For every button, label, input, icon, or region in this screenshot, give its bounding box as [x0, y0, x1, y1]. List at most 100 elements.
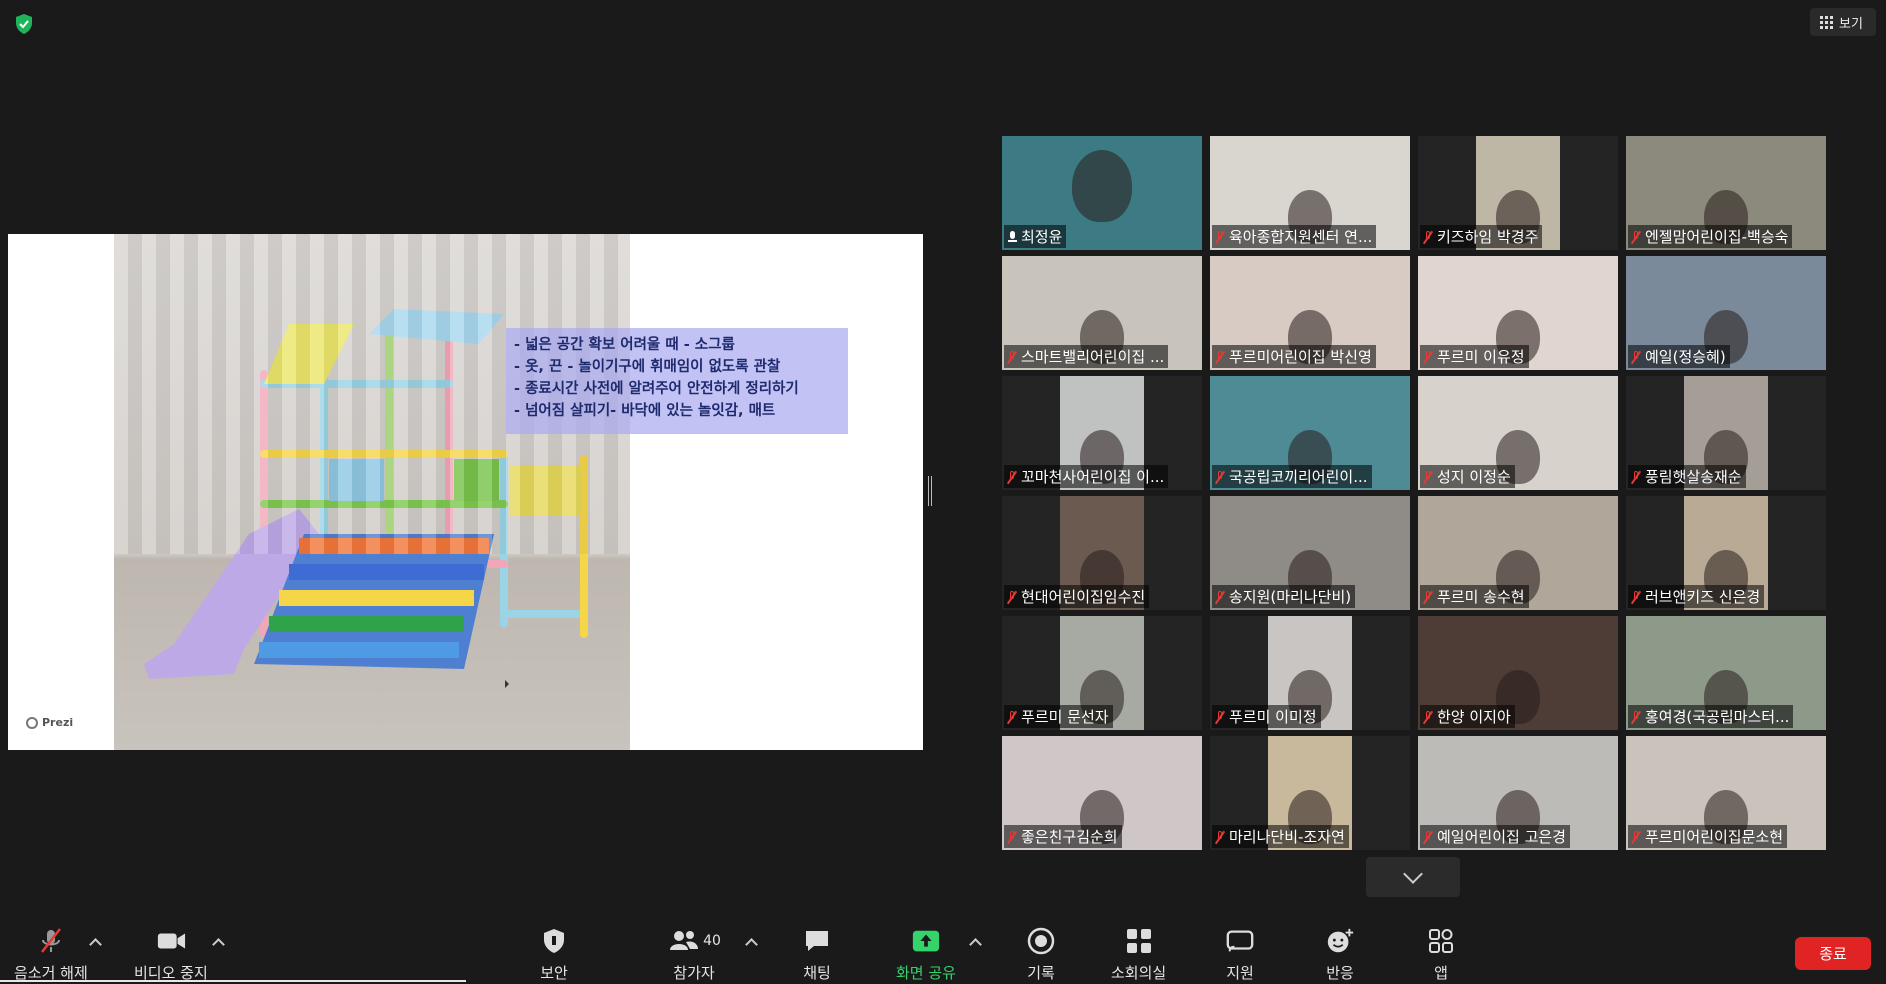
participant-tile[interactable]: 꼬마천사어린이집 이...	[1002, 376, 1202, 490]
slide-line: - 종료시간 사전에 알려주어 안전하게 정리하기	[514, 381, 799, 397]
participant-name: 풍림햇살송재순	[1645, 468, 1742, 486]
participant-tile[interactable]: 키즈하임 박경주	[1418, 136, 1618, 250]
view-button-label: 보기	[1839, 16, 1863, 32]
cast-screen-icon	[1225, 926, 1255, 956]
participant-name: 푸르미 이유정	[1437, 348, 1525, 366]
participant-tile[interactable]: 최정윤	[1002, 136, 1202, 250]
apps-button[interactable]: 앱	[1426, 926, 1456, 983]
participant-tile[interactable]: 국공립코끼리어린이...	[1210, 376, 1410, 490]
participant-name-label: 현대어린이집임수진	[1004, 585, 1150, 608]
participant-name: 마리나단비-조자연	[1229, 828, 1345, 846]
participant-tile[interactable]: 푸르미어린이집문소현	[1626, 736, 1826, 850]
support-button[interactable]: 지원	[1225, 926, 1255, 983]
participant-tile[interactable]: 엔젤맘어린이집-백승숙	[1626, 136, 1826, 250]
microphone-muted-icon	[1215, 350, 1225, 364]
split-divider-handle[interactable]	[928, 476, 932, 506]
participant-name: 현대어린이집임수진	[1021, 588, 1146, 606]
emoji-plus-icon	[1325, 926, 1355, 956]
participant-tile[interactable]: 푸르미 이유정	[1418, 256, 1618, 370]
participant-tile[interactable]: 스마트밸리어린이집 ...	[1002, 256, 1202, 370]
microphone-muted-icon	[1631, 470, 1641, 484]
participant-tile[interactable]: 성지 이정순	[1418, 376, 1618, 490]
security-button[interactable]: 보안	[539, 926, 569, 983]
participant-name: 한양 이지아	[1437, 708, 1511, 726]
participant-tile[interactable]: 푸르미어린이집 박신영	[1210, 256, 1410, 370]
microphone-muted-icon	[1007, 350, 1017, 364]
participants-options-caret-icon[interactable]	[745, 938, 758, 951]
chevron-down-icon	[1403, 864, 1423, 884]
participant-name: 푸르미어린이집문소현	[1645, 828, 1784, 846]
participant-tile[interactable]: 송지원(마리나단비)	[1210, 496, 1410, 610]
microphone-muted-icon	[1007, 470, 1017, 484]
participant-tile[interactable]: 풍림햇살송재순	[1626, 376, 1826, 490]
microphone-muted-icon	[1215, 590, 1225, 604]
microphone-muted-icon	[1423, 470, 1433, 484]
reactions-button[interactable]: 반응	[1325, 926, 1355, 983]
participant-name-label: 스마트밸리어린이집 ...	[1004, 345, 1169, 368]
participant-name: 러브앤키즈 신은경	[1645, 588, 1761, 606]
breakout-rooms-icon	[1124, 926, 1154, 956]
participant-name-label: 국공립코끼리어린이...	[1212, 465, 1372, 488]
participant-name-label: 풍림햇살송재순	[1628, 465, 1746, 488]
microphone-muted-icon	[1631, 230, 1641, 244]
slide-line: - 옷, 끈 - 놀이기구에 휘매임이 없도록 관찰	[514, 359, 781, 375]
participant-tile[interactable]: 러브앤키즈 신은경	[1626, 496, 1826, 610]
microphone-icon	[1007, 230, 1017, 244]
participant-name-label: 예일어린이집 고은경	[1420, 825, 1570, 848]
slide-line: - 넓은 공간 확보 어려울 때 - 소그룹	[514, 337, 735, 353]
participant-name-label: 키즈하임 박경주	[1420, 225, 1543, 248]
microphone-muted-icon	[1215, 470, 1225, 484]
participant-tile[interactable]: 육아종합지원센터 연...	[1210, 136, 1410, 250]
microphone-muted-icon	[36, 926, 66, 956]
participant-tile[interactable]: 좋은친구김순희	[1002, 736, 1202, 850]
participant-name-label: 육아종합지원센터 연...	[1212, 225, 1377, 248]
participant-tile[interactable]: 홍여경(국공립마스터...	[1626, 616, 1826, 730]
participant-tile[interactable]: 현대어린이집임수진	[1002, 496, 1202, 610]
toolbar-focus-underline	[0, 980, 466, 982]
participant-name: 좋은친구김순희	[1021, 828, 1118, 846]
participant-tile[interactable]: 마리나단비-조자연	[1210, 736, 1410, 850]
participant-tile[interactable]: 예일어린이집 고은경	[1418, 736, 1618, 850]
encryption-shield-icon[interactable]	[12, 12, 36, 36]
microphone-muted-icon	[1215, 710, 1225, 724]
share-screen-button[interactable]: 화면 공유	[896, 926, 956, 983]
participant-name: 홍여경(국공립마스터...	[1645, 708, 1790, 726]
participant-name: 최정윤	[1021, 228, 1063, 246]
view-button[interactable]: 보기	[1810, 8, 1876, 36]
unmute-button[interactable]: 음소거 해제	[14, 926, 88, 983]
stop-video-button[interactable]: 비디오 중지	[134, 926, 208, 983]
video-options-caret-icon[interactable]	[212, 938, 225, 951]
participant-tile[interactable]: 푸르미 송수현	[1418, 496, 1618, 610]
end-meeting-button[interactable]: 종료	[1795, 937, 1871, 970]
meeting-toolbar: 음소거 해제 비디오 중지 보안 40 참가자 채팅 화면 공유 기록 소회의실…	[0, 906, 1886, 984]
breakout-rooms-button[interactable]: 소회의실	[1111, 926, 1166, 983]
record-button[interactable]: 기록	[1026, 926, 1056, 983]
share-options-caret-icon[interactable]	[969, 938, 982, 951]
security-shield-icon	[539, 926, 569, 956]
participants-button[interactable]: 40 참가자	[664, 926, 724, 983]
participant-name-label: 한양 이지아	[1420, 705, 1515, 728]
microphone-muted-icon	[1631, 350, 1641, 364]
participant-tile[interactable]: 푸르미 문선자	[1002, 616, 1202, 730]
mouse-cursor-icon	[505, 680, 509, 688]
participant-tile[interactable]: 한양 이지아	[1418, 616, 1618, 730]
audio-options-caret-icon[interactable]	[89, 938, 102, 951]
participant-name-label: 푸르미어린이집 박신영	[1212, 345, 1376, 368]
participant-name: 국공립코끼리어린이...	[1229, 468, 1368, 486]
participant-name-label: 좋은친구김순희	[1004, 825, 1122, 848]
participant-name: 푸르미 송수현	[1437, 588, 1525, 606]
participant-name: 키즈하임 박경주	[1437, 228, 1539, 246]
video-camera-icon	[156, 926, 186, 956]
microphone-muted-icon	[1423, 590, 1433, 604]
participant-count: 40	[703, 933, 721, 949]
slide-line: - 넘어짐 살피기- 바닥에 있는 놀잇감, 매트	[514, 403, 776, 419]
participant-tile[interactable]: 푸르미 이미정	[1210, 616, 1410, 730]
participant-name: 푸르미어린이집 박신영	[1229, 348, 1372, 366]
participant-name-label: 최정윤	[1004, 225, 1067, 248]
slide-text-box: - 넓은 공간 확보 어려울 때 - 소그룹 - 옷, 끈 - 놀이기구에 휘매…	[506, 328, 848, 434]
participant-tile[interactable]: 예일(정승혜)	[1626, 256, 1826, 370]
chat-button[interactable]: 채팅	[802, 926, 832, 983]
gallery-next-page-button[interactable]	[1366, 857, 1460, 897]
microphone-muted-icon	[1007, 830, 1017, 844]
shared-screen[interactable]: - 넓은 공간 확보 어려울 때 - 소그룹 - 옷, 끈 - 놀이기구에 휘매…	[8, 234, 923, 750]
